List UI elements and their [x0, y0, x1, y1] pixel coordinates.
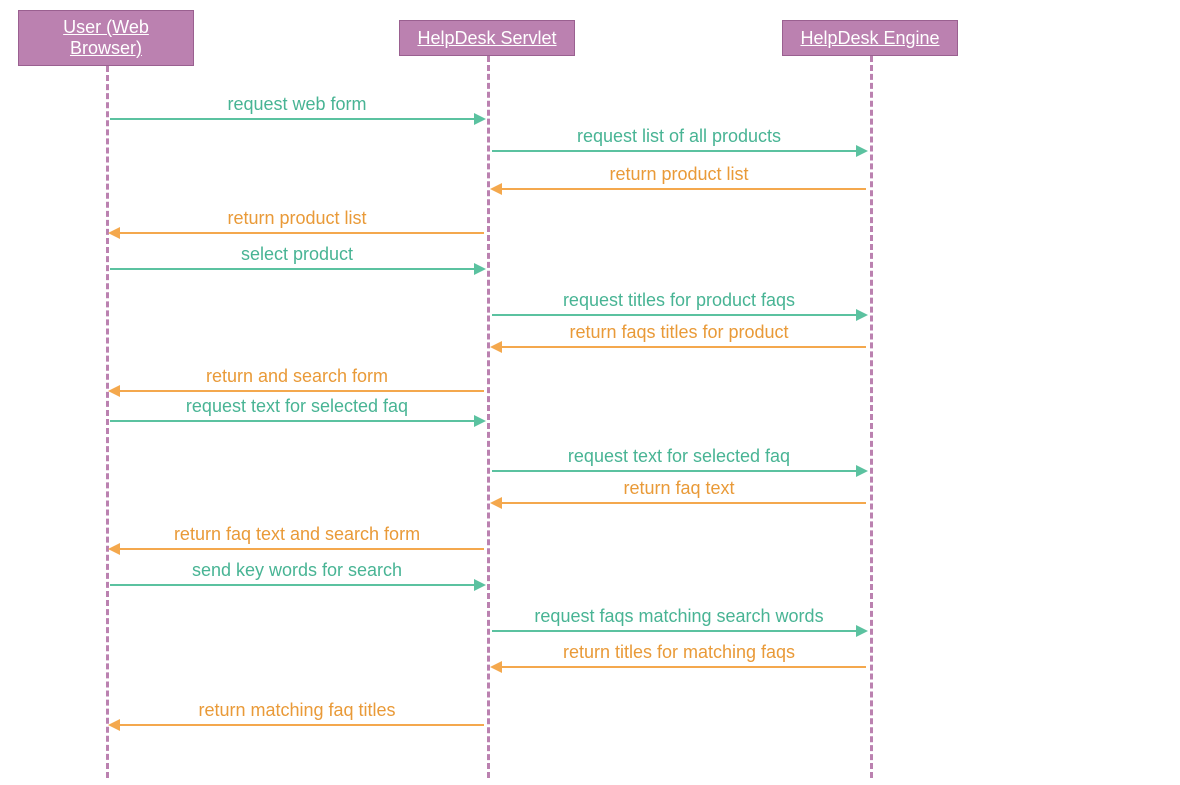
- arrowhead-icon: [108, 227, 120, 239]
- lifeline-head-servlet: HelpDesk Servlet: [399, 20, 575, 56]
- arrowhead-icon: [490, 661, 502, 673]
- message-arrow: request web form: [110, 118, 484, 120]
- message-label: return and search form: [206, 366, 388, 387]
- arrowhead-icon: [474, 113, 486, 125]
- arrowhead-icon: [474, 415, 486, 427]
- message-arrow: send key words for search: [110, 584, 484, 586]
- message-label: return faq text: [623, 478, 734, 499]
- arrowhead-icon: [474, 263, 486, 275]
- lifeline-head-engine: HelpDesk Engine: [782, 20, 958, 56]
- message-label: send key words for search: [192, 560, 402, 581]
- arrowhead-icon: [856, 309, 868, 321]
- message-arrow: request titles for product faqs: [492, 314, 866, 316]
- message-arrow: request faqs matching search words: [492, 630, 866, 632]
- message-label: select product: [241, 244, 353, 265]
- message-arrow: select product: [110, 268, 484, 270]
- message-label: return faq text and search form: [174, 524, 420, 545]
- message-arrow: return faq text and search form: [110, 548, 484, 550]
- message-label: return titles for matching faqs: [563, 642, 795, 663]
- arrowhead-icon: [490, 341, 502, 353]
- message-arrow: request text for selected faq: [110, 420, 484, 422]
- message-label: request text for selected faq: [186, 396, 408, 417]
- message-arrow: return product list: [110, 232, 484, 234]
- arrowhead-icon: [856, 625, 868, 637]
- arrowhead-icon: [474, 579, 486, 591]
- message-label: return product list: [227, 208, 366, 229]
- message-arrow: return faq text: [492, 502, 866, 504]
- message-arrow: request list of all products: [492, 150, 866, 152]
- message-arrow: return matching faq titles: [110, 724, 484, 726]
- arrowhead-icon: [108, 719, 120, 731]
- message-label: request text for selected faq: [568, 446, 790, 467]
- lifeline-label: HelpDesk Servlet: [417, 28, 556, 49]
- message-label: return product list: [609, 164, 748, 185]
- message-label: return matching faq titles: [198, 700, 395, 721]
- arrowhead-icon: [856, 145, 868, 157]
- arrowhead-icon: [856, 465, 868, 477]
- lifeline-head-user: User (Web Browser): [18, 10, 194, 66]
- arrowhead-icon: [108, 385, 120, 397]
- arrowhead-icon: [108, 543, 120, 555]
- message-label: request list of all products: [577, 126, 781, 147]
- lifeline-label: HelpDesk Engine: [800, 28, 939, 49]
- lifeline-label: User (Web Browser): [27, 17, 185, 59]
- arrowhead-icon: [490, 183, 502, 195]
- lifeline-user: [106, 66, 109, 778]
- message-label: request titles for product faqs: [563, 290, 795, 311]
- message-arrow: request text for selected faq: [492, 470, 866, 472]
- message-label: request faqs matching search words: [534, 606, 823, 627]
- lifeline-engine: [870, 56, 873, 778]
- message-arrow: return faqs titles for product: [492, 346, 866, 348]
- message-arrow: return product list: [492, 188, 866, 190]
- message-arrow: return titles for matching faqs: [492, 666, 866, 668]
- arrowhead-icon: [490, 497, 502, 509]
- message-label: return faqs titles for product: [569, 322, 788, 343]
- message-label: request web form: [227, 94, 366, 115]
- message-arrow: return and search form: [110, 390, 484, 392]
